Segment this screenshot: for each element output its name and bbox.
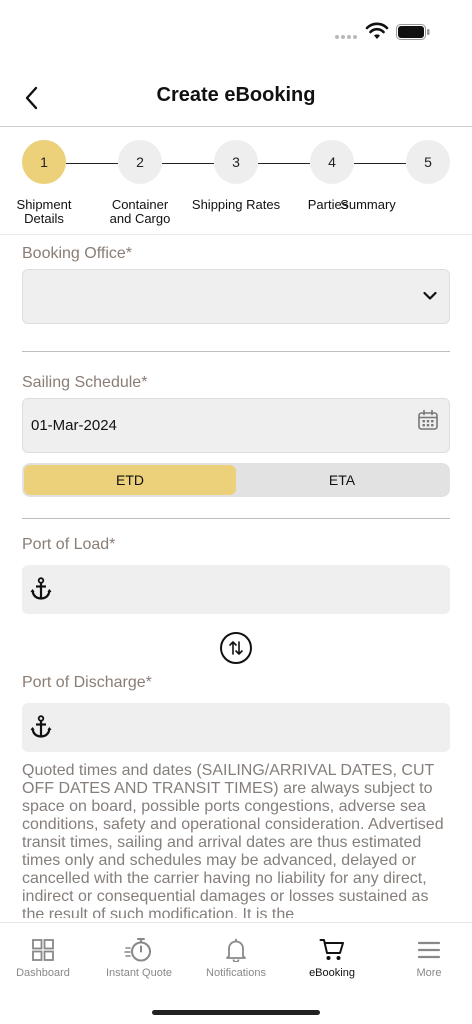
app-header: Create eBooking	[0, 70, 472, 126]
step-number: 4	[310, 140, 354, 184]
section-divider	[22, 351, 450, 352]
step-number: 1	[22, 140, 66, 184]
booking-office-label: Booking Office*	[22, 245, 132, 262]
schedule-disclaimer: Quoted times and dates (SAILING/ARRIVAL …	[22, 762, 444, 918]
sailing-date-field[interactable]: 01-Mar-2024	[22, 398, 450, 453]
sailing-schedule-label: Sailing Schedule*	[22, 374, 148, 391]
header-divider	[0, 126, 472, 127]
tab-label: More	[416, 967, 442, 979]
section-divider	[22, 518, 450, 519]
step-number: 5	[406, 140, 450, 184]
step-container-and-cargo[interactable]: 2 Container and Cargo	[92, 140, 188, 226]
step-number: 2	[118, 140, 162, 184]
etd-eta-toggle: ETD ETA	[22, 463, 450, 497]
sailing-date-value: 01-Mar-2024	[31, 417, 117, 434]
status-bar	[0, 0, 472, 60]
bottom-tab-bar: Dashboard Instant Quote Notifications eB…	[0, 922, 472, 1024]
tab-label: Instant Quote	[105, 967, 173, 979]
menu-icon	[417, 941, 441, 959]
cellular-signal-icon	[335, 35, 357, 39]
booking-stepper: 1 Shipment Details 2 Container and Cargo…	[0, 140, 472, 235]
eta-option[interactable]: ETA	[236, 465, 448, 495]
step-number: 3	[214, 140, 258, 184]
page-title: Create eBooking	[156, 84, 316, 106]
stepper-divider	[0, 234, 472, 235]
anchor-icon	[30, 577, 52, 600]
step-summary[interactable]: 5 Summary	[340, 140, 472, 212]
swap-ports-button[interactable]	[220, 632, 252, 664]
tab-label: Notifications	[206, 967, 266, 979]
step-shipment-details[interactable]: 1 Shipment Details	[0, 140, 92, 226]
step-label: Shipping Rates	[191, 197, 281, 212]
port-of-discharge-field[interactable]	[22, 703, 450, 752]
wifi-icon	[365, 22, 389, 39]
tab-notifications[interactable]: Notifications	[188, 937, 284, 979]
booking-office-select[interactable]	[22, 269, 450, 324]
stopwatch-icon	[124, 938, 151, 962]
tab-ebooking[interactable]: eBooking	[284, 937, 380, 979]
step-label: Shipment Details	[16, 197, 72, 226]
swap-vertical-icon	[229, 641, 243, 655]
port-of-load-label: Port of Load*	[22, 536, 116, 553]
tab-dashboard[interactable]: Dashboard	[0, 937, 91, 979]
etd-option[interactable]: ETD	[24, 465, 236, 495]
port-of-load-field[interactable]	[22, 565, 450, 614]
home-indicator	[152, 1010, 320, 1015]
tab-instant-quote[interactable]: Instant Quote	[91, 937, 187, 979]
chevron-down-icon	[423, 291, 437, 300]
step-label: Container and Cargo	[109, 197, 171, 226]
anchor-icon	[30, 715, 52, 738]
battery-icon	[396, 24, 430, 40]
tab-label: eBooking	[309, 967, 355, 979]
cart-icon	[319, 939, 344, 960]
bell-icon	[226, 938, 246, 962]
step-label: Summary	[340, 197, 396, 212]
tab-label: Dashboard	[16, 967, 70, 979]
grid-icon	[32, 939, 54, 961]
port-of-discharge-label: Port of Discharge*	[22, 674, 152, 691]
tab-more[interactable]: More	[381, 937, 472, 979]
step-shipping-rates[interactable]: 3 Shipping Rates	[188, 140, 284, 212]
calendar-icon[interactable]	[417, 409, 439, 431]
